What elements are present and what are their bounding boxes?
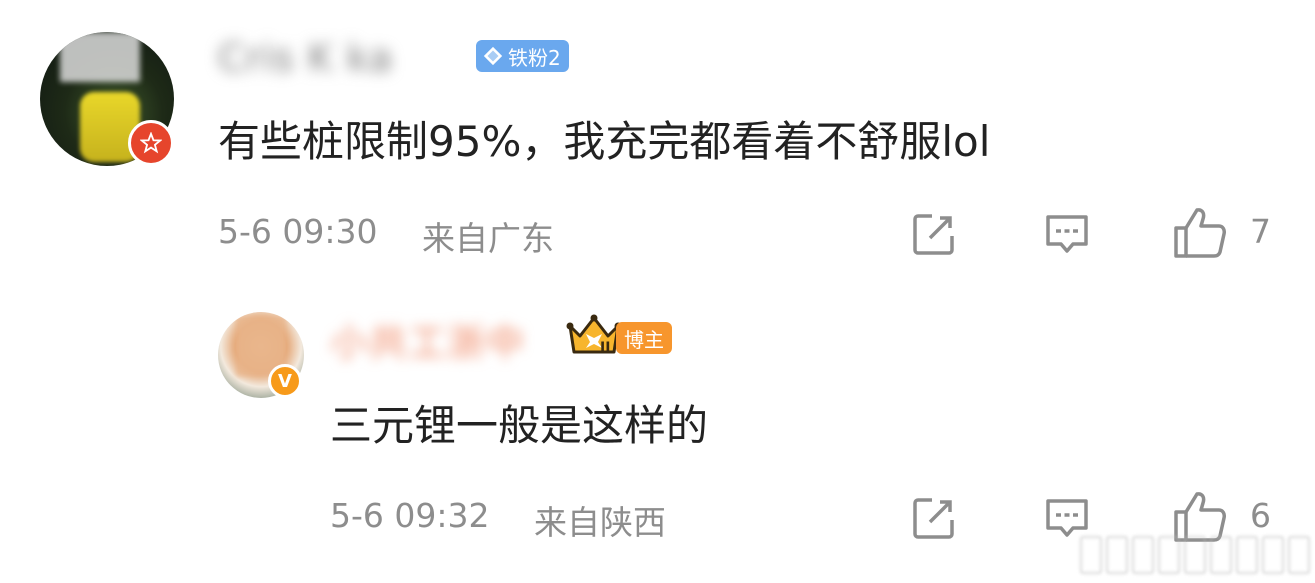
reply-time: 5-6 09:32 <box>330 496 490 535</box>
comment-icon[interactable] <box>1043 210 1091 258</box>
repost-icon[interactable] <box>910 210 958 258</box>
crown-icon <box>566 314 622 354</box>
fan-level-label: 铁粉2 <box>508 45 561 70</box>
verified-badge-icon: V <box>268 364 302 398</box>
watermark <box>1080 536 1310 576</box>
comment-location: 来自广东 <box>422 219 554 258</box>
repost-icon[interactable] <box>910 494 958 542</box>
fan-level-badge: 铁粉2 <box>476 40 569 72</box>
thumbs-up-icon[interactable] <box>1172 206 1228 260</box>
comment-icon[interactable] <box>1043 494 1091 542</box>
like-count: 7 <box>1250 212 1271 251</box>
reply-username[interactable]: 小共工浙中 <box>330 312 525 367</box>
comment-text: 有些桩限制95%，我充完都看着不舒服lol <box>218 117 991 166</box>
comment-time: 5-6 09:30 <box>218 212 378 251</box>
diamond-icon <box>483 46 503 66</box>
username[interactable]: Cris K ka <box>218 36 393 80</box>
avatar-pixelation <box>60 32 140 82</box>
reply-location: 来自陕西 <box>534 503 666 542</box>
like-count: 6 <box>1250 496 1271 535</box>
blogger-badge: 博主 <box>616 322 672 354</box>
crown-level: II <box>600 340 611 356</box>
comment: Cris K ka 铁粉2 有些桩限制95%，我充完都看着不舒服lol 5-6 … <box>0 0 1315 290</box>
member-badge-icon <box>128 120 174 166</box>
reply-text: 三元锂一般是这样的 <box>330 401 709 450</box>
